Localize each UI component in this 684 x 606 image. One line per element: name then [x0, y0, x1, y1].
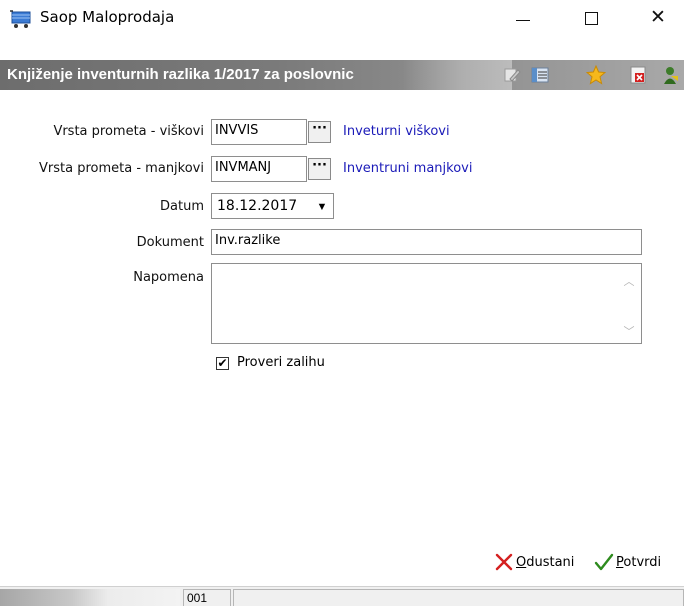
status-panel-code: 001	[183, 589, 231, 606]
close-icon: ✕	[650, 6, 666, 28]
proveri-zalihu-checkbox[interactable]: ✔	[216, 357, 229, 370]
dokument-input[interactable]: Inv.razlike	[211, 229, 642, 255]
maximize-icon	[585, 12, 598, 25]
vrsta-manjak-label: Vrsta prometa - manjkovi	[39, 161, 204, 176]
status-panel-user	[0, 589, 180, 606]
napomena-textarea[interactable]: ︿ ﹀	[211, 263, 642, 344]
status-bar: 001	[0, 586, 684, 606]
minimize-icon	[516, 20, 530, 21]
proveri-zalihu-label: Proveri zalihu	[237, 355, 325, 370]
vrsta-manjak-input[interactable]: INVMANJ	[211, 156, 307, 182]
confirm-label: Potvrdi	[616, 555, 662, 570]
window-title: Saop Maloprodaja	[40, 8, 175, 26]
vrsta-visak-label: Vrsta prometa - viškovi	[53, 124, 204, 139]
status-panel-info	[233, 589, 684, 606]
cancel-button[interactable]: Odustani	[494, 552, 586, 576]
vrsta-manjak-description: Inventruni manjkovi	[343, 161, 473, 176]
cancel-icon	[495, 553, 513, 571]
shopping-cart-icon	[10, 10, 31, 28]
close-button[interactable]: ✕	[636, 0, 682, 37]
cancel-label: Odustani	[516, 555, 575, 570]
vrsta-visak-input[interactable]: INVVIS	[211, 119, 307, 145]
datum-value: 18.12.2017	[217, 198, 298, 214]
napomena-label: Napomena	[133, 270, 204, 285]
checkmark-confirm-icon	[594, 553, 614, 571]
maximize-button[interactable]	[569, 0, 615, 37]
exit-icon[interactable]	[660, 65, 680, 85]
confirm-button[interactable]: Potvrdi	[594, 552, 682, 576]
vrsta-visak-lookup-button[interactable]: ···	[308, 121, 331, 143]
minimize-button[interactable]	[500, 0, 546, 37]
title-bar: Saop Maloprodaja ✕	[0, 0, 684, 37]
scroll-down-icon[interactable]: ﹀	[623, 323, 635, 338]
checkmark-icon: ✔	[217, 356, 228, 370]
dokument-label: Dokument	[136, 235, 204, 250]
edit-icon[interactable]	[502, 65, 522, 85]
vrsta-manjak-lookup-button[interactable]: ···	[308, 158, 331, 180]
chevron-down-icon: ▼	[316, 201, 328, 213]
delete-icon[interactable]	[628, 65, 648, 85]
caption-fade	[402, 60, 512, 90]
caption-title: Knjiženje inventurnih razlika 1/2017 za …	[7, 66, 354, 83]
vrsta-visak-description: Inveturni viškovi	[343, 124, 450, 139]
datum-dropdown-button[interactable]: ▼	[312, 195, 332, 217]
star-icon[interactable]	[586, 65, 606, 85]
caption-bar: Knjiženje inventurnih razlika 1/2017 za …	[0, 60, 684, 90]
datum-label: Datum	[160, 199, 204, 214]
scroll-up-icon[interactable]: ︿	[623, 273, 635, 288]
datum-picker[interactable]: 18.12.2017 ▼	[211, 193, 334, 219]
list-icon[interactable]	[530, 65, 550, 85]
